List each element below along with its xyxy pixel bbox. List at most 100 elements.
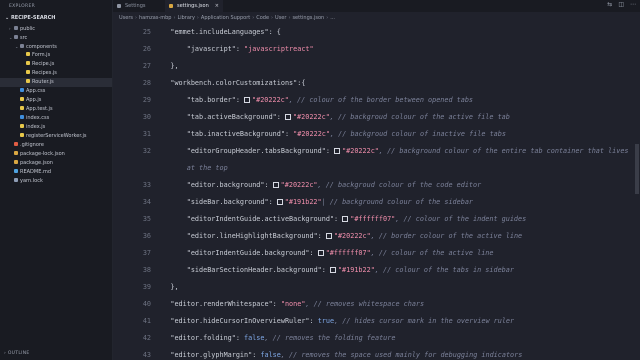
lock-icon (14, 178, 18, 182)
js-icon (26, 61, 30, 65)
tree-item-label: Form.js (32, 52, 51, 58)
line-number: 34 (142, 198, 151, 206)
code-text: "editor.lineHighlightBackground": "#2022… (154, 228, 522, 245)
code-token: "javascriptreact" (244, 45, 314, 53)
code-line: 39 }, (113, 279, 640, 296)
tree-item[interactable]: Recipes.js (0, 69, 112, 78)
line-number: 31 (142, 130, 151, 138)
code-text: "sideBarSectionHeader.background": "#191… (154, 262, 514, 279)
code-token: "editor.folding": (154, 334, 245, 342)
color-swatch[interactable] (329, 266, 336, 273)
tree-item[interactable]: Recipe.js (0, 60, 112, 69)
tab-settings[interactable]: Settings (113, 0, 165, 12)
code-token: , // colour of the active line (370, 249, 494, 257)
js-icon (20, 97, 24, 101)
tree-item[interactable]: registerServiceWorker.js (0, 132, 112, 141)
tree-item[interactable]: package-lock.json (0, 150, 112, 159)
line-number: 43 (142, 351, 151, 359)
code-line: 28 "workbench.colorCustomizations":{ (113, 75, 640, 92)
tree-item[interactable]: App.test.js (0, 105, 112, 114)
breadcrumb-item[interactable]: User (275, 15, 286, 21)
code-line: 42 "editor.folding": false, // removes t… (113, 330, 640, 347)
more-actions-icon[interactable]: ⋯ (630, 1, 636, 8)
editor-actions: ⇆ ◫ ⋯ (601, 1, 636, 8)
code-token: "tab.inactiveBackground": (154, 130, 294, 138)
code-token: "#191b22" (284, 198, 322, 206)
color-swatch[interactable] (342, 215, 349, 222)
code-token: "editorGroupHeader.tabsBackground": (154, 147, 335, 155)
tree-item-label: App.css (26, 88, 46, 94)
tree-item[interactable]: .gitignore (0, 141, 112, 150)
tree-item[interactable]: package.json (0, 159, 112, 168)
tree-item-label: Recipes.js (32, 70, 57, 76)
project-root-folder[interactable]: ⌄ RECIPE-SEARCH (5, 15, 55, 21)
tree-item[interactable]: App.css (0, 87, 112, 96)
color-swatch[interactable] (244, 96, 251, 103)
code-line: 29 "tab.border": "#20222c", // colour of… (113, 92, 640, 109)
breadcrumb-item[interactable]: Users (119, 15, 133, 21)
tab-settings-json[interactable]: settings.json × (165, 0, 223, 12)
code-token: "tab.border": (154, 96, 245, 104)
tree-item[interactable]: › public (0, 24, 112, 33)
code-line: 27 }, (113, 58, 640, 75)
tree-item-label: App.test.js (26, 106, 53, 112)
code-editor[interactable]: 25 "emmet.includeLanguages": {26 "javasc… (113, 24, 640, 360)
color-swatch[interactable] (317, 249, 324, 256)
chevron-right-icon: › (271, 15, 274, 21)
code-token: "#ffffff07" (325, 249, 371, 257)
line-number: 29 (142, 96, 151, 104)
breadcrumb-item[interactable]: Application Support (201, 15, 250, 21)
line-number: 36 (142, 232, 151, 240)
open-changes-icon[interactable]: ⇆ (607, 1, 612, 8)
editor-tab-bar: Settings settings.json × ⇆ ◫ ⋯ (113, 0, 640, 12)
color-swatch[interactable] (276, 198, 283, 205)
close-icon[interactable]: × (215, 0, 219, 12)
color-swatch[interactable] (334, 147, 341, 154)
breadcrumb-item[interactable]: settings.json (292, 15, 324, 21)
tree-item[interactable]: Router.js (0, 78, 112, 87)
code-token: "#20222c" (292, 113, 330, 121)
tree-item[interactable]: Form.js (0, 51, 112, 60)
tree-item[interactable]: App.js (0, 96, 112, 105)
code-text: }, (154, 58, 178, 75)
line-number: 28 (142, 79, 151, 87)
breadcrumb-item[interactable]: ... (330, 15, 335, 21)
code-text: "workbench.colorCustomizations":{ (154, 75, 305, 92)
line-number: 25 (142, 28, 151, 36)
breadcrumb-item[interactable]: Library (177, 15, 194, 21)
outline-section-header[interactable]: › OUTLINE (4, 351, 30, 356)
tab-label: settings.json (177, 3, 209, 9)
tree-item[interactable]: ⌄ components (0, 42, 112, 51)
code-token: , // removes the folding feature (264, 334, 396, 342)
color-swatch[interactable] (272, 181, 279, 188)
breadcrumb-item[interactable]: hamzas-mbp (139, 15, 171, 21)
color-swatch[interactable] (325, 232, 332, 239)
line-number: 27 (142, 62, 151, 70)
tree-item[interactable]: ⌄ src (0, 33, 112, 42)
tree-item-label: App.js (26, 97, 42, 103)
code-text: at the top (154, 160, 228, 177)
code-token: "#191b22" (337, 266, 375, 274)
tree-item[interactable]: index.js (0, 123, 112, 132)
color-swatch[interactable] (284, 113, 291, 120)
code-token: "none" (280, 300, 306, 308)
line-number: 42 (142, 334, 151, 342)
tree-item[interactable]: README.md (0, 168, 112, 177)
code-line: 25 "emmet.includeLanguages": { (113, 24, 640, 41)
line-number: 32 (142, 147, 151, 155)
code-token: "editorIndentGuide.activeBackground": (154, 215, 343, 223)
settings-file-icon (117, 4, 121, 8)
tree-item[interactable]: yarn.lock (0, 177, 112, 186)
breadcrumb-item[interactable]: Code (256, 15, 269, 21)
tree-item[interactable]: index.css (0, 114, 112, 123)
code-token: false (244, 334, 265, 342)
code-token: at the top (154, 164, 228, 172)
tree-item-label: package-lock.json (20, 151, 65, 157)
code-line: 41 "editor.hideCursorInOverviewRuler": t… (113, 313, 640, 330)
code-line: 31 "tab.inactiveBackground": "#20222c", … (113, 126, 640, 143)
split-editor-icon[interactable]: ◫ (618, 1, 624, 8)
code-token: "workbench.colorCustomizations":{ (154, 79, 306, 87)
code-text: "sideBar.background": "#191b22"| // back… (154, 194, 473, 211)
md-icon (14, 169, 18, 173)
code-token: "editorIndentGuide.background": (154, 249, 318, 257)
